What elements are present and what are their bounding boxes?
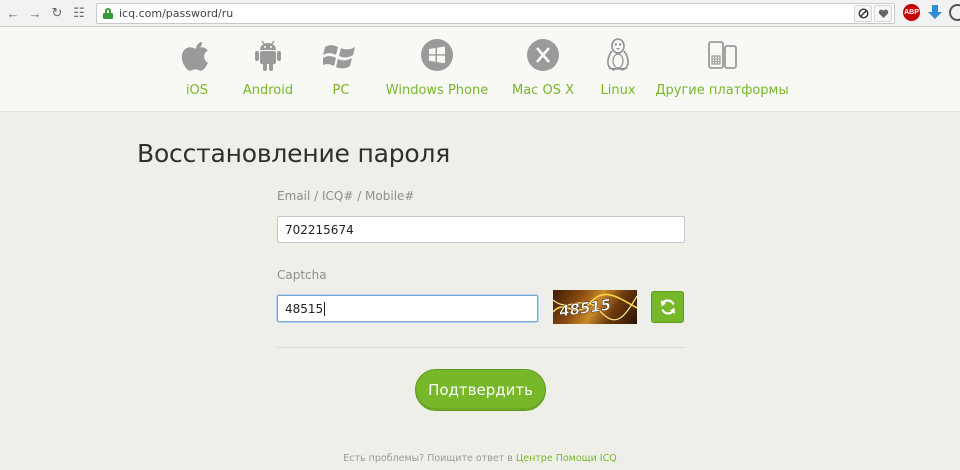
block-icon[interactable]: [854, 5, 872, 22]
url-text: icq.com/password/ru: [119, 7, 234, 20]
platform-label: Android: [242, 83, 294, 98]
address-bar[interactable]: icq.com/password/ru: [96, 3, 895, 24]
devices-icon: [704, 38, 740, 72]
platform-mac-os-x[interactable]: Mac OS X: [512, 27, 574, 112]
divider: [277, 347, 685, 348]
platform-pc[interactable]: PC: [322, 27, 360, 112]
windows-phone-icon: [419, 38, 455, 72]
platform-label: PC: [332, 83, 350, 98]
refresh-icon: [660, 299, 675, 315]
extensions: ABP: [903, 4, 960, 21]
lock-icon: [103, 8, 113, 19]
menu-icon[interactable]: [949, 4, 960, 21]
email-field[interactable]: 702215674: [277, 216, 685, 243]
captcha-text: 48515: [557, 296, 612, 321]
heart-icon[interactable]: [874, 5, 892, 22]
download-icon[interactable]: [926, 4, 943, 21]
platform-linux[interactable]: Linux: [600, 27, 636, 112]
captcha-label: Captcha: [277, 268, 327, 282]
refresh-captcha-button[interactable]: [651, 291, 684, 323]
email-label: Email / ICQ# / Mobile#: [277, 189, 415, 203]
platform-label: iOS: [185, 83, 209, 98]
footer-text: Есть проблемы? Поищите ответ в: [343, 453, 516, 464]
platform-android[interactable]: Android: [242, 27, 294, 112]
back-icon[interactable]: ←: [4, 4, 22, 22]
browser-toolbar: ← → ↻ ☷ icq.com/password/ru ABP: [0, 0, 960, 27]
email-value: 702215674: [285, 222, 354, 237]
apps-icon[interactable]: ☷: [70, 4, 88, 22]
help-center-link[interactable]: Центре Помощи ICQ: [516, 453, 617, 464]
windows-flag-icon: [323, 38, 359, 72]
apple-icon: [179, 38, 215, 72]
mac-os-x-icon: [525, 38, 561, 72]
platform-label: Windows Phone: [385, 83, 489, 98]
platform-label: Другие платформы: [655, 83, 789, 98]
android-icon: [250, 38, 286, 72]
footer-help: Есть проблемы? Поищите ответ в Центре По…: [0, 453, 960, 464]
forward-icon[interactable]: →: [26, 4, 44, 22]
captcha-input[interactable]: 48515: [277, 295, 538, 322]
text-caret: [324, 301, 326, 316]
platform-label: Linux: [600, 83, 636, 98]
platform-windows-phone[interactable]: Windows Phone: [385, 27, 489, 112]
nav-buttons: ← → ↻ ☷: [4, 4, 88, 22]
page-title: Восстановление пароля: [137, 139, 451, 168]
captcha-value: 48515: [285, 301, 324, 316]
captcha-image: 48515: [553, 290, 637, 324]
adblock-icon[interactable]: ABP: [903, 4, 920, 21]
platform-other[interactable]: Другие платформы: [655, 27, 789, 112]
reload-icon[interactable]: ↻: [48, 4, 66, 22]
platform-ios[interactable]: iOS: [177, 27, 217, 112]
platform-label: Mac OS X: [512, 83, 574, 98]
submit-button[interactable]: Подтвердить: [415, 369, 546, 411]
platforms-bar: iOS Android PC Windows Phone Mac OS X Li…: [0, 27, 960, 112]
linux-tux-icon: [600, 38, 636, 72]
